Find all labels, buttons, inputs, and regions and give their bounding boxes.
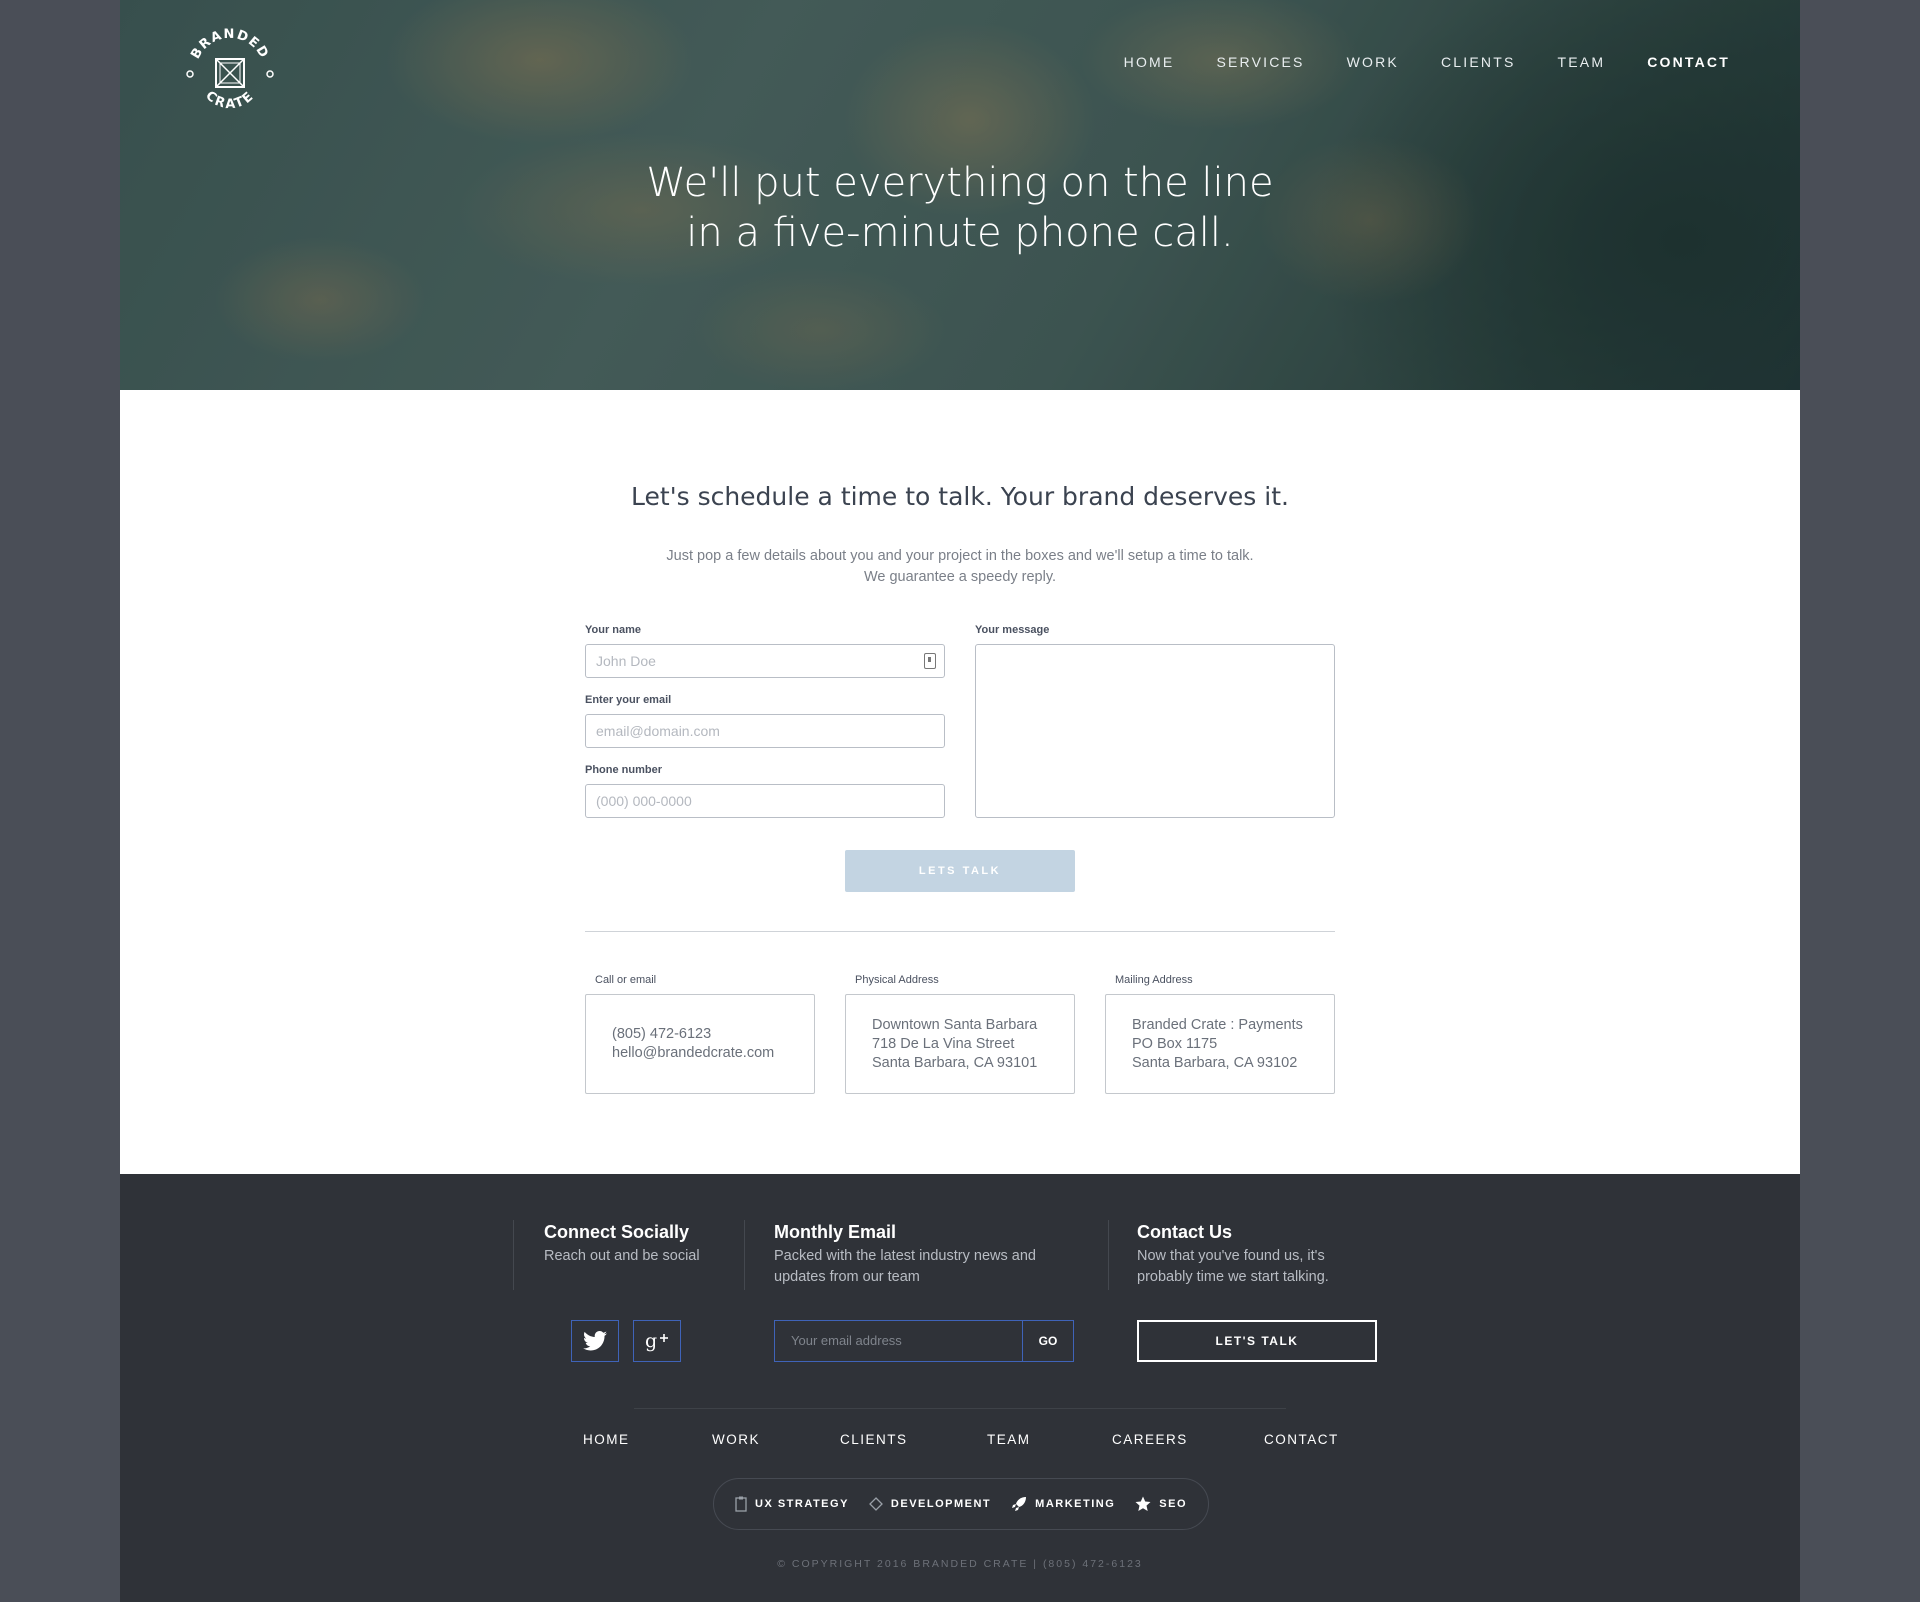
- nav-services[interactable]: SERVICES: [1216, 54, 1304, 70]
- contact-intro: Just pop a few details about you and you…: [120, 546, 1800, 588]
- nav-clients[interactable]: CLIENTS: [1441, 54, 1516, 70]
- monthly-email-desc: Packed with the latest industry news and…: [774, 1246, 1036, 1288]
- physical-line1: Downtown Santa Barbara: [872, 1016, 1038, 1033]
- nav-work[interactable]: WORK: [1347, 54, 1399, 70]
- nav-home[interactable]: HOME: [1124, 54, 1175, 70]
- lets-talk-submit-button[interactable]: LETS TALK: [845, 850, 1075, 892]
- nav-contact[interactable]: CONTACT: [1647, 54, 1730, 70]
- service-development[interactable]: DEVELOPMENT: [869, 1497, 991, 1511]
- mailing-line1: Branded Crate : Payments: [1132, 1016, 1303, 1033]
- phone-label: Phone number: [585, 764, 663, 776]
- page: BRANDED CRATE HOME SERVICES WORK CLIENTS…: [120, 0, 1800, 1602]
- monthly-email-desc-line2: updates from our team: [774, 1269, 920, 1285]
- section-divider: [585, 931, 1335, 932]
- contact-section: Let's schedule a time to talk. Your bran…: [120, 390, 1800, 1174]
- service-seo[interactable]: SEO: [1135, 1496, 1187, 1512]
- mailing-line3: Santa Barbara, CA 93102: [1132, 1054, 1298, 1071]
- contact-us-desc-line2: probably time we start talking.: [1137, 1269, 1329, 1285]
- physical-address-box: Downtown Santa Barbara 718 De La Vina St…: [845, 994, 1075, 1094]
- mailing-line2: PO Box 1175: [1132, 1035, 1218, 1052]
- twitter-icon: [583, 1331, 607, 1351]
- service-ux-strategy[interactable]: UX STRATEGY: [735, 1496, 849, 1512]
- rocket-icon: [1012, 1497, 1027, 1511]
- hero-title: We'll put everything on the line in a fi…: [120, 158, 1800, 258]
- star-icon: [1135, 1496, 1151, 1511]
- footer-divider: [513, 1220, 514, 1290]
- mailing-address-box: Branded Crate : Payments PO Box 1175 San…: [1105, 994, 1335, 1094]
- name-placeholder: John Doe: [596, 653, 656, 669]
- phone-number[interactable]: (805) 472-6123: [612, 1025, 814, 1044]
- phone-input[interactable]: (000) 000-0000: [585, 784, 945, 818]
- footer-line: [634, 1408, 1286, 1409]
- connect-socially-title: Connect Socially: [544, 1222, 690, 1242]
- email-label: Enter your email: [585, 694, 672, 706]
- svg-text:g: g: [645, 1330, 657, 1352]
- google-plus-icon: g: [645, 1330, 668, 1352]
- nav-team[interactable]: TEAM: [1558, 54, 1606, 70]
- contact-us-desc-line1: Now that you've found us, it's: [1137, 1248, 1325, 1264]
- services-pill: UX STRATEGY DEVELOPMENT MARKETING SEO: [713, 1478, 1209, 1530]
- service-label: MARKETING: [1035, 1498, 1116, 1510]
- svg-text:BRANDED: BRANDED: [188, 27, 271, 62]
- intro-line2: We guarantee a speedy reply.: [863, 569, 1057, 585]
- physical-line2: 718 De La Vina Street: [872, 1035, 1015, 1052]
- email-address[interactable]: hello@brandedcrate.com: [612, 1044, 814, 1063]
- email-placeholder: email@domain.com: [596, 723, 720, 739]
- diamond-icon: [869, 1497, 883, 1511]
- name-label: Your name: [585, 624, 642, 636]
- newsletter-email-input[interactable]: Your email address: [774, 1320, 1022, 1362]
- physical-label: Physical Address: [855, 974, 939, 986]
- email-input[interactable]: email@domain.com: [585, 714, 945, 748]
- footer-nav-clients[interactable]: CLIENTS: [840, 1432, 908, 1447]
- call-box: (805) 472-6123 hello@brandedcrate.com: [585, 994, 815, 1094]
- footer-divider: [744, 1220, 745, 1290]
- footer-nav-careers[interactable]: CAREERS: [1112, 1432, 1188, 1447]
- footer-nav-home[interactable]: HOME: [583, 1432, 630, 1447]
- footer-nav-work[interactable]: WORK: [712, 1432, 760, 1447]
- contact-heading: Let's schedule a time to talk. Your bran…: [631, 482, 1289, 511]
- service-label: UX STRATEGY: [755, 1498, 849, 1510]
- contact-us-desc: Now that you've found us, it's probably …: [1137, 1246, 1329, 1288]
- message-textarea[interactable]: [975, 644, 1335, 818]
- copyright: © COPYRIGHT 2016 BRANDED CRATE | (805) 4…: [777, 1558, 1143, 1570]
- contact-card-icon: [924, 653, 936, 669]
- google-plus-button[interactable]: g: [633, 1320, 681, 1362]
- branded-crate-logo[interactable]: BRANDED CRATE: [180, 22, 280, 122]
- footer-divider: [1108, 1220, 1109, 1290]
- main-nav: HOME SERVICES WORK CLIENTS TEAM CONTACT: [1082, 54, 1730, 70]
- hero-banner: BRANDED CRATE HOME SERVICES WORK CLIENTS…: [120, 0, 1800, 390]
- footer-nav-team[interactable]: TEAM: [987, 1432, 1031, 1447]
- monthly-email-desc-line1: Packed with the latest industry news and: [774, 1248, 1036, 1264]
- service-label: DEVELOPMENT: [890, 1498, 992, 1510]
- name-input[interactable]: John Doe: [585, 644, 945, 678]
- call-label: Call or email: [595, 974, 657, 986]
- mailing-label: Mailing Address: [1115, 974, 1193, 986]
- svg-text:CRATE: CRATE: [202, 88, 257, 112]
- connect-socially-desc: Reach out and be social: [544, 1248, 700, 1264]
- monthly-email-title: Monthly Email: [774, 1222, 897, 1242]
- contact-us-title: Contact Us: [1137, 1222, 1233, 1242]
- twitter-button[interactable]: [571, 1320, 619, 1362]
- clipboard-icon: [735, 1496, 747, 1512]
- footer-nav-contact[interactable]: CONTACT: [1264, 1432, 1339, 1447]
- physical-line3: Santa Barbara, CA 93101: [872, 1054, 1038, 1071]
- footer-lets-talk-button[interactable]: LET'S TALK: [1137, 1320, 1377, 1362]
- service-marketing[interactable]: MARKETING: [1011, 1496, 1115, 1512]
- phone-placeholder: (000) 000-0000: [596, 793, 692, 809]
- hero-title-line1: We'll put everything on the line: [646, 160, 1274, 206]
- intro-line1: Just pop a few details about you and you…: [666, 548, 1254, 564]
- hero-title-line2: in a five-minute phone call.: [686, 210, 1234, 256]
- service-label: SEO: [1159, 1498, 1187, 1510]
- footer: Connect Socially Reach out and be social…: [120, 1174, 1800, 1602]
- newsletter-go-button[interactable]: GO: [1022, 1320, 1074, 1362]
- message-label: Your message: [975, 624, 1050, 636]
